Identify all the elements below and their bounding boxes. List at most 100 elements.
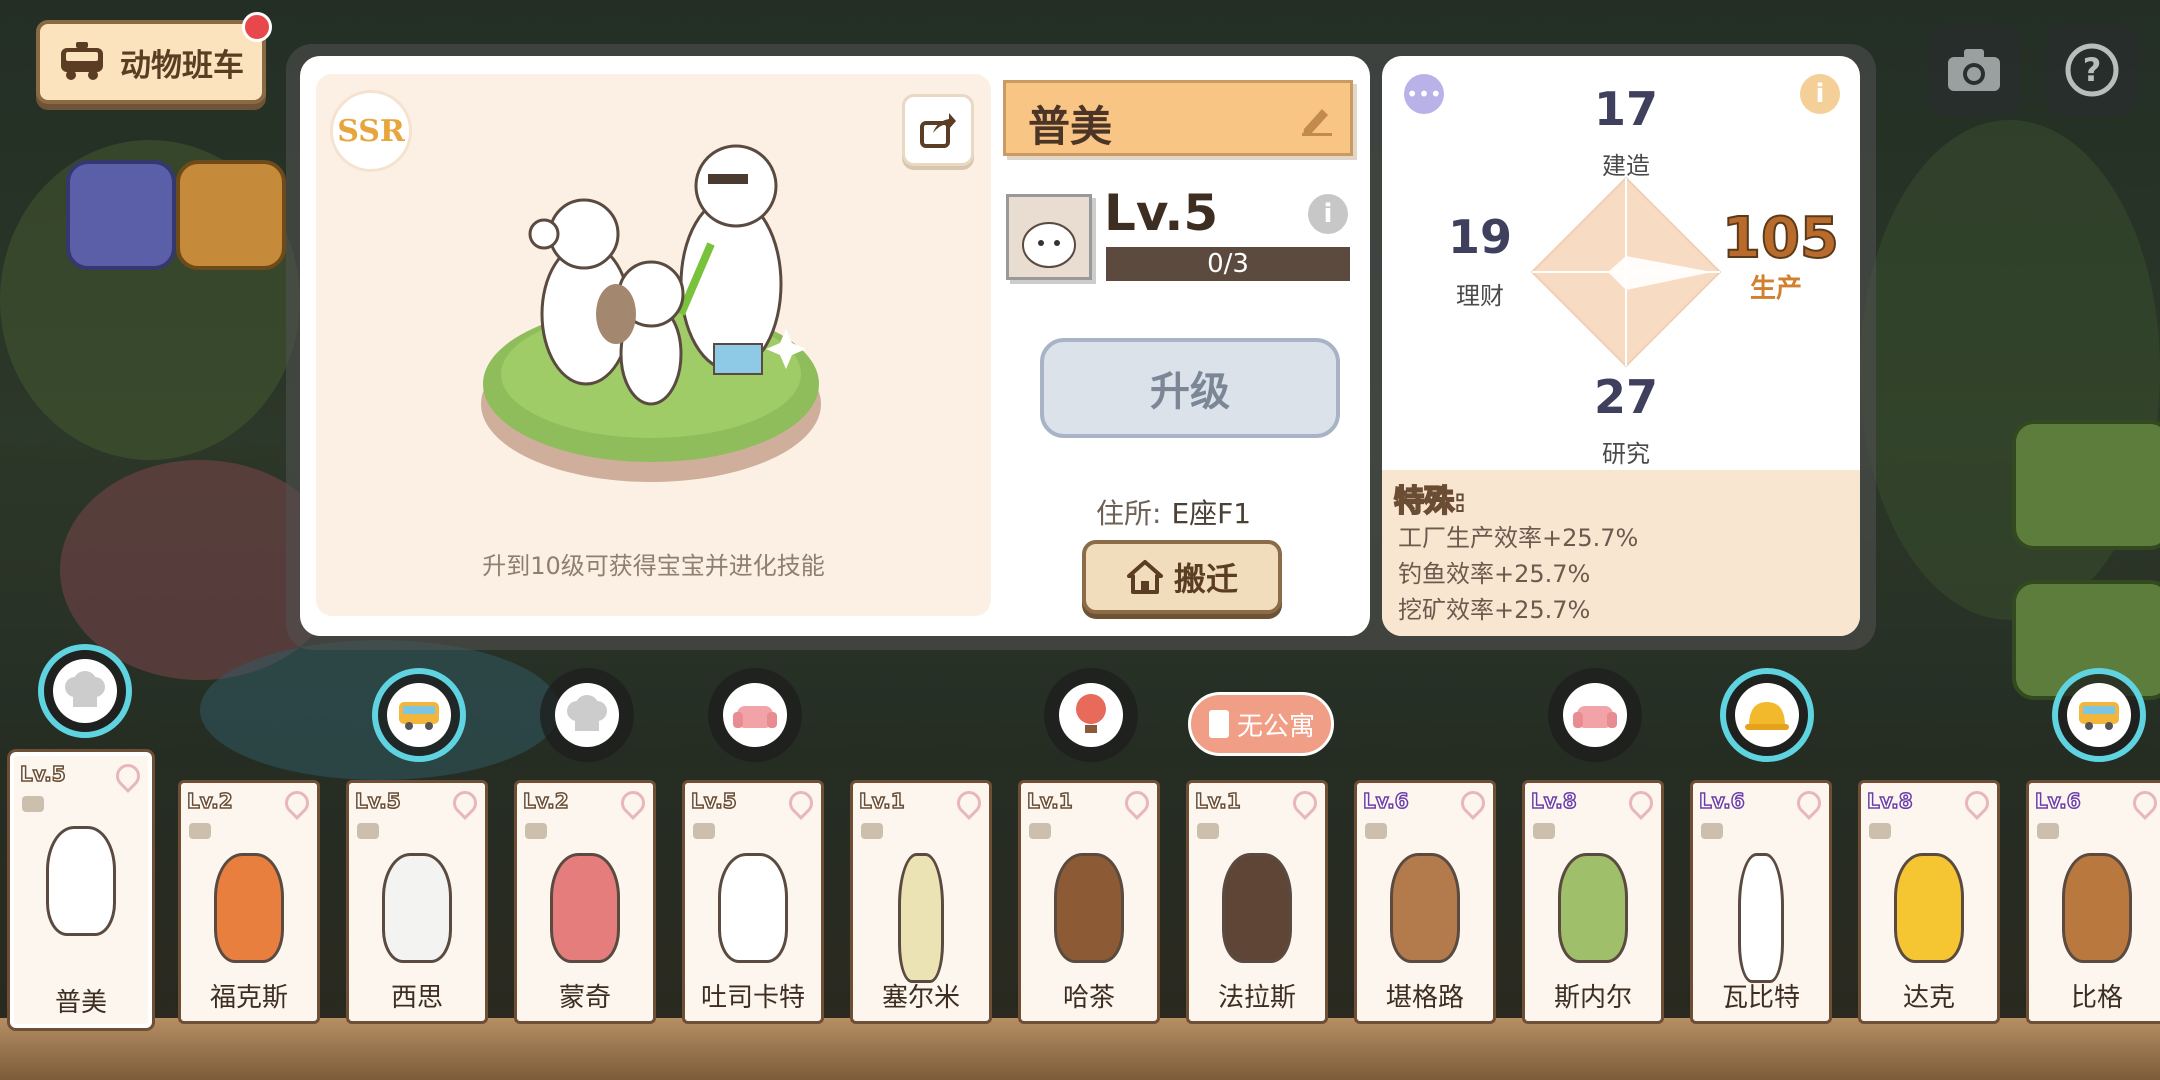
card-name: 斯内尔 <box>1553 983 1632 1013</box>
edit-pencil-icon[interactable] <box>1300 103 1334 137</box>
animal-card[interactable]: Lv.1 哈茶 <box>1018 780 1160 1024</box>
job-type-icon <box>1029 823 1051 839</box>
location-pin-icon[interactable] <box>2128 786 2160 820</box>
animal-figure <box>898 853 944 983</box>
job-badge-helmet[interactable] <box>1720 668 1814 762</box>
dog-portrait <box>1009 197 1089 277</box>
animal-card[interactable]: Lv.2 蒙奇 <box>514 780 656 1024</box>
location-pin-icon[interactable] <box>1960 786 1994 820</box>
animal-card[interactable]: Lv.6 瓦比特 <box>1690 780 1832 1024</box>
card-level: Lv.5 <box>690 788 737 814</box>
card-level: Lv.6 <box>1698 788 1745 814</box>
animal-bus-label: 动物班车 <box>120 47 244 84</box>
move-button[interactable]: 搬迁 <box>1082 540 1282 614</box>
character-name: 普美 <box>1028 102 1113 151</box>
job-badge-balloon[interactable] <box>1044 668 1138 762</box>
animal-card[interactable]: Lv.2 福克斯 <box>178 780 320 1024</box>
character-avatar <box>1006 194 1092 280</box>
animal-card[interactable]: Lv.5 西思 <box>346 780 488 1024</box>
animal-card[interactable]: Lv.5 普美 <box>10 752 152 1028</box>
location-pin-icon[interactable] <box>1792 786 1826 820</box>
level-info-icon[interactable]: i <box>1308 194 1348 234</box>
job-badge-sofa[interactable] <box>708 668 802 762</box>
job-badge-bus[interactable] <box>2052 668 2146 762</box>
balloon-icon <box>1059 683 1123 747</box>
animal-card[interactable]: Lv.1 法拉斯 <box>1186 780 1328 1024</box>
special-line: 工厂生产效率+25.7% <box>1398 524 1639 552</box>
animal-figure <box>214 853 284 963</box>
location-pin-icon[interactable] <box>1624 786 1658 820</box>
job-badge-chef[interactable] <box>540 668 634 762</box>
stats-info-icon[interactable]: i <box>1800 74 1840 114</box>
card-level: Lv.6 <box>2034 788 2081 814</box>
location-pin-icon[interactable] <box>784 786 818 820</box>
research-label: 研究 <box>1602 440 1650 468</box>
help-button[interactable]: ? <box>2046 24 2138 116</box>
character-level: Lv.5 <box>1104 184 1219 242</box>
card-level: Lv.1 <box>858 788 905 814</box>
sofa-icon <box>1563 683 1627 747</box>
apartment-icon <box>1208 710 1229 738</box>
animal-card[interactable]: Lv.8 斯内尔 <box>1522 780 1664 1024</box>
animal-figure <box>550 853 620 963</box>
animal-figure <box>46 826 116 936</box>
location-pin-icon[interactable] <box>952 786 986 820</box>
location-pin-icon[interactable] <box>111 759 145 793</box>
card-name: 达克 <box>1902 983 1955 1013</box>
sofa-icon <box>723 683 787 747</box>
card-shelf <box>0 1018 2160 1080</box>
more-options-button[interactable]: ••• <box>1404 74 1444 114</box>
card-name: 堪格路 <box>1385 983 1464 1013</box>
share-button[interactable] <box>902 94 974 166</box>
exp-progress-bar: 0/3 <box>1103 244 1353 284</box>
card-level: Lv.2 <box>186 788 233 814</box>
location-pin-icon[interactable] <box>1456 786 1490 820</box>
location-pin-icon[interactable] <box>1288 786 1322 820</box>
animal-card[interactable]: Lv.6 比格 <box>2026 780 2160 1024</box>
character-name-box[interactable]: 普美 <box>1003 80 1353 156</box>
evolve-hint-text: 升到10级可获得宝宝并进化技能 <box>482 552 825 580</box>
card-name: 普美 <box>54 988 107 1018</box>
chef-hat-icon <box>53 659 117 723</box>
helmet-icon <box>1735 683 1799 747</box>
camera-button[interactable] <box>1928 24 2020 116</box>
special-line: 挖矿效率+25.7% <box>1398 596 1591 624</box>
animal-figure <box>2062 853 2132 963</box>
job-type-icon <box>22 796 44 812</box>
card-name: 塞尔米 <box>881 983 960 1013</box>
animal-bus-button[interactable]: 动物班车 <box>36 12 272 104</box>
character-art-box <box>316 74 991 616</box>
animal-figure <box>1054 853 1124 963</box>
house-build-button[interactable] <box>2012 420 2160 550</box>
animal-card[interactable]: Lv.5 吐司卡特 <box>682 780 824 1024</box>
residence-info: 住所: E座F1 <box>1096 492 1251 532</box>
location-pin-icon[interactable] <box>448 786 482 820</box>
card-name: 福克斯 <box>209 983 288 1013</box>
animal-card[interactable]: Lv.1 塞尔米 <box>850 780 992 1024</box>
card-name: 瓦比特 <box>1721 983 1800 1013</box>
location-pin-icon[interactable] <box>1120 786 1154 820</box>
special-skills-box: 特殊: 工厂生产效率+25.7% 钓鱼效率+25.7% 挖矿效率+25.7% <box>1382 470 1860 636</box>
upgrade-button[interactable]: 升级 <box>1040 338 1340 438</box>
animal-figure <box>1738 853 1784 983</box>
job-type-icon <box>1365 823 1387 839</box>
animal-card[interactable]: Lv.6 堪格路 <box>1354 780 1496 1024</box>
chef-hat-icon <box>555 683 619 747</box>
card-level: Lv.6 <box>1362 788 1409 814</box>
job-badge-sofa[interactable] <box>1548 668 1642 762</box>
job-type-icon <box>1701 823 1723 839</box>
camera-icon <box>1948 49 2000 91</box>
gift-box-button[interactable] <box>66 160 176 270</box>
job-badge-chef[interactable] <box>38 644 132 738</box>
location-pin-icon[interactable] <box>616 786 650 820</box>
job-type-icon <box>189 823 211 839</box>
finance-label: 理财 <box>1456 282 1504 310</box>
shop-button[interactable] <box>176 160 286 270</box>
card-name: 哈茶 <box>1062 983 1115 1013</box>
no-apartment-label: 无公寓 <box>1236 711 1315 742</box>
location-pin-icon[interactable] <box>280 786 314 820</box>
job-badge-bus[interactable] <box>372 668 466 762</box>
animal-card[interactable]: Lv.8 达克 <box>1858 780 2000 1024</box>
production-label: 生产 <box>1750 274 1803 304</box>
special-line: 钓鱼效率+25.7% <box>1398 560 1591 588</box>
